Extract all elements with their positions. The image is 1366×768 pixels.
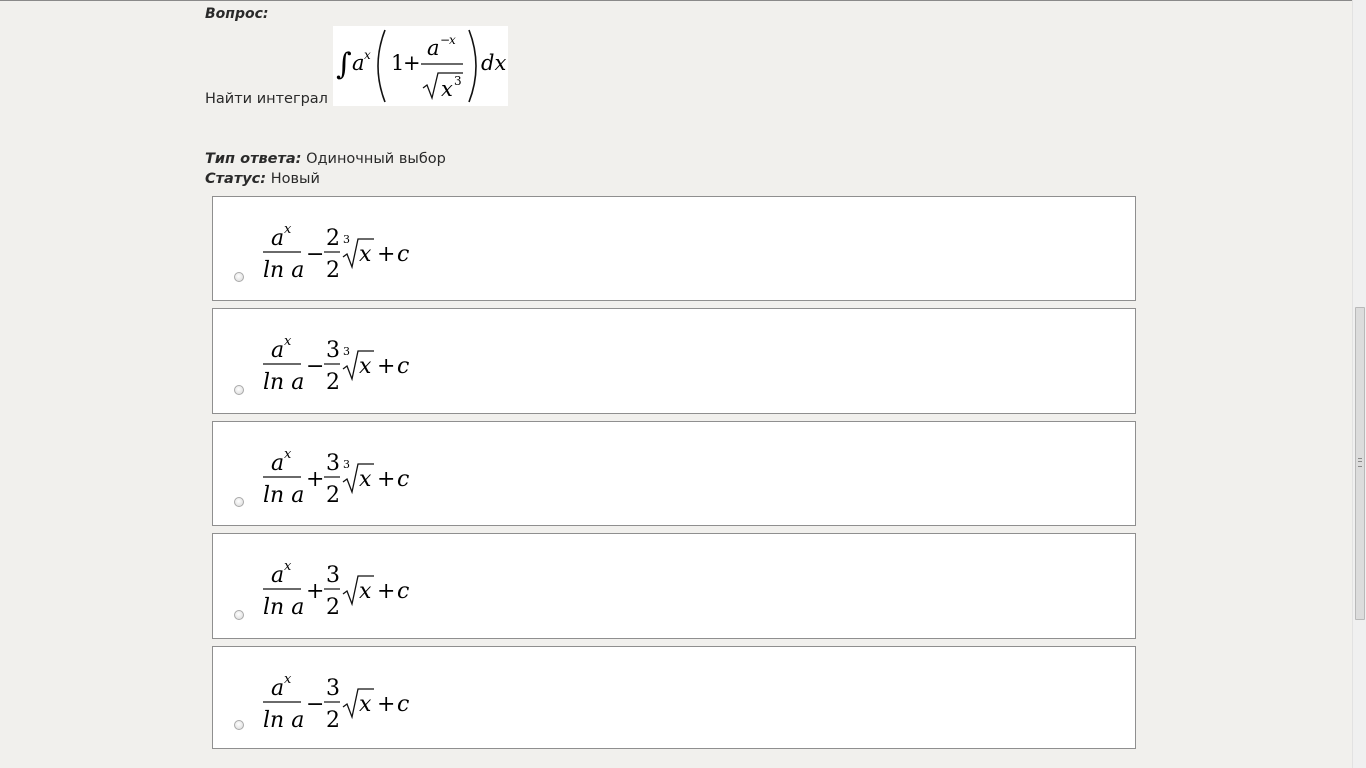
svg-text:ln a: ln a <box>263 595 304 618</box>
option-4-radio[interactable] <box>234 610 244 620</box>
option-2-sign: − <box>306 354 324 379</box>
svg-text:2: 2 <box>326 708 340 731</box>
svg-text:a: a <box>427 36 440 60</box>
svg-text:c: c <box>397 354 409 379</box>
question-text: Найти интеграл <box>205 91 328 107</box>
svg-text:ln a: ln a <box>263 370 304 393</box>
answer-option-2[interactable]: a x ln a − 3 2 3 x + c <box>212 308 1136 414</box>
option-5-numerator: 3 <box>326 676 340 701</box>
svg-text:ln a: ln a <box>263 483 304 506</box>
answer-option-5[interactable]: a x ln a − 3 2 x + c <box>212 646 1136 749</box>
svg-text:dx: dx <box>481 51 506 75</box>
option-2-root-index: 3 <box>343 345 350 358</box>
answer-option-1[interactable]: a x ln a − 2 2 3 x + c <box>212 196 1136 301</box>
question-label: Вопрос: <box>205 6 269 22</box>
option-1-formula: a x ln a − 2 2 3 x + c <box>263 222 409 281</box>
svg-text:a: a <box>271 676 284 701</box>
option-1-root-index: 3 <box>343 233 350 246</box>
svg-text:c: c <box>397 692 409 717</box>
svg-text:a: a <box>271 451 284 476</box>
option-5-sign: − <box>306 692 324 717</box>
scrollbar-thumb[interactable] <box>1355 307 1365 620</box>
option-3-radio[interactable] <box>234 497 244 507</box>
svg-text:x: x <box>359 579 372 604</box>
answer-type: Тип ответа: Одиночный выбор <box>205 151 446 167</box>
svg-text:∫: ∫ <box>336 47 352 82</box>
svg-text:x: x <box>284 672 292 687</box>
svg-text:2: 2 <box>326 370 340 393</box>
option-3-numerator: 3 <box>326 451 340 476</box>
svg-text:x: x <box>441 77 453 101</box>
option-2-radio[interactable] <box>234 385 244 395</box>
option-4-formula: a x ln a + 3 2 x + c <box>263 559 409 618</box>
status: Статус: Новый <box>205 171 320 187</box>
svg-text:ln a: ln a <box>263 708 304 731</box>
question-formula-image: ∫ a x 1 + a − x x 3 dx <box>333 26 508 106</box>
svg-text:x: x <box>284 559 292 574</box>
grip-icon <box>1358 458 1362 467</box>
test-page: Вопрос: Найти интеграл ∫ a x 1 + a − x x… <box>0 0 1366 768</box>
svg-text:+: + <box>377 242 395 267</box>
svg-text:+: + <box>377 579 395 604</box>
option-5-radio[interactable] <box>234 720 244 730</box>
option-1-radio[interactable] <box>234 272 244 282</box>
svg-text:a: a <box>352 51 365 75</box>
status-value: Новый <box>270 171 320 187</box>
svg-text:x: x <box>359 467 372 492</box>
svg-text:c: c <box>397 579 409 604</box>
top-border <box>0 0 1352 1</box>
answer-option-3[interactable]: a x ln a + 3 2 3 x + c <box>212 421 1136 526</box>
svg-text:x: x <box>364 48 371 62</box>
svg-text:a: a <box>271 563 284 588</box>
option-3-formula: a x ln a + 3 2 3 x + c <box>263 447 409 506</box>
vertical-scrollbar[interactable] <box>1352 0 1366 768</box>
option-5-formula: a x ln a − 3 2 x + c <box>263 672 409 731</box>
svg-text:x: x <box>284 222 292 237</box>
answer-type-label: Тип ответа: <box>205 151 302 167</box>
svg-text:x: x <box>359 242 372 267</box>
svg-text:+: + <box>403 51 421 75</box>
svg-text:2: 2 <box>326 258 340 281</box>
option-4-numerator: 3 <box>326 563 340 588</box>
option-2-formula: a x ln a − 3 2 3 x + c <box>263 334 409 393</box>
svg-text:2: 2 <box>326 595 340 618</box>
svg-text:a: a <box>271 226 284 251</box>
status-label: Статус: <box>205 171 267 187</box>
option-4-sign: + <box>306 579 324 604</box>
option-3-root-index: 3 <box>343 458 350 471</box>
svg-text:2: 2 <box>326 483 340 506</box>
svg-text:+: + <box>377 467 395 492</box>
svg-text:x: x <box>359 692 372 717</box>
answer-option-4[interactable]: a x ln a + 3 2 x + c <box>212 533 1136 639</box>
svg-text:c: c <box>397 242 409 267</box>
svg-text:ln a: ln a <box>263 258 304 281</box>
integral-formula: ∫ a x 1 + a − x x 3 dx <box>336 29 506 103</box>
option-3-sign: + <box>306 467 324 492</box>
option-2-numerator: 3 <box>326 338 340 363</box>
svg-text:x: x <box>284 447 292 462</box>
answer-type-value: Одиночный выбор <box>306 151 446 167</box>
svg-text:x: x <box>359 354 372 379</box>
svg-text:+: + <box>377 692 395 717</box>
svg-text:c: c <box>397 467 409 492</box>
svg-text:+: + <box>377 354 395 379</box>
svg-text:3: 3 <box>454 74 462 88</box>
svg-text:x: x <box>449 33 456 47</box>
option-1-sign: − <box>306 242 324 267</box>
option-1-numerator: 2 <box>326 226 340 251</box>
svg-text:a: a <box>271 338 284 363</box>
svg-text:x: x <box>284 334 292 349</box>
